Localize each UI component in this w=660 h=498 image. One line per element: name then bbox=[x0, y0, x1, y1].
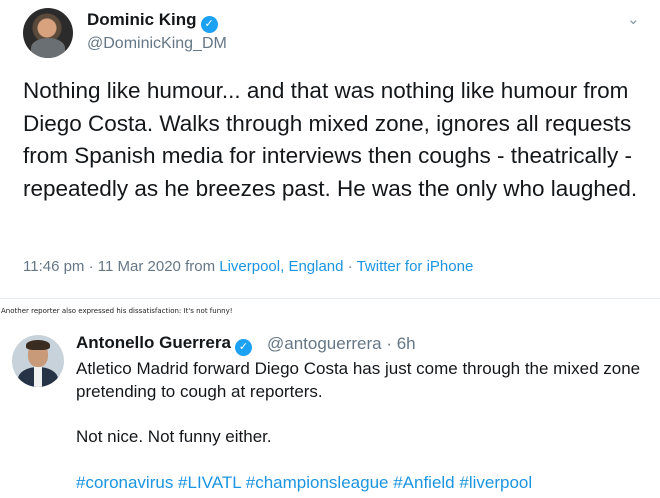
separator: · bbox=[347, 258, 353, 275]
verified-badge-icon: ✓ bbox=[234, 339, 252, 356]
tweet-card-antonello-guerrera: Antonello Guerrera ✓ @antoguerrera · 6h A… bbox=[0, 325, 660, 498]
tweet-text-paragraph: Not nice. Not funny either. bbox=[76, 427, 272, 446]
tweet-text: Atletico Madrid forward Diego Costa has … bbox=[76, 358, 654, 494]
avatar-shirt bbox=[34, 367, 42, 387]
author-name[interactable]: Antonello Guerrera ✓ bbox=[76, 333, 252, 356]
tweet-card-dominic-king: Dominic King ✓ @DominicKing_DM ⌄ Nothing … bbox=[0, 0, 660, 299]
tweet-date[interactable]: 11 Mar 2020 bbox=[98, 258, 181, 275]
avatar[interactable] bbox=[12, 335, 64, 387]
chevron-down-icon[interactable]: ⌄ bbox=[627, 10, 643, 28]
tweet-metadata: 11:46 pm · 11 Mar 2020 from Liverpool, E… bbox=[23, 258, 473, 275]
location-link[interactable]: Liverpool, England bbox=[219, 258, 343, 275]
hashtags[interactable]: #coronavirus #LIVATL #championsleague #A… bbox=[76, 472, 654, 495]
tweet-age[interactable]: · 6h bbox=[386, 334, 415, 353]
author-handle[interactable]: @antoguerrera bbox=[267, 334, 382, 353]
verified-badge-icon: ✓ bbox=[200, 16, 218, 33]
author-name[interactable]: Dominic King ✓ bbox=[87, 10, 218, 33]
avatar-hair bbox=[26, 340, 50, 350]
tweet-time[interactable]: 11:46 pm bbox=[23, 258, 84, 275]
author-name-text[interactable]: Dominic King bbox=[87, 10, 197, 29]
from-label: from bbox=[185, 258, 216, 275]
author-name-text[interactable]: Antonello Guerrera bbox=[76, 333, 231, 352]
caption: Another reporter also expressed his diss… bbox=[1, 307, 233, 315]
tweet-text: Nothing like humour... and that was noth… bbox=[23, 78, 638, 201]
separator: · bbox=[88, 258, 94, 275]
author-handle-and-time[interactable]: @antoguerrera · 6h bbox=[267, 334, 416, 354]
source-link[interactable]: Twitter for iPhone bbox=[357, 258, 474, 275]
author-handle[interactable]: @DominicKing_DM bbox=[87, 35, 227, 53]
tweet-text-paragraph: Atletico Madrid forward Diego Costa has … bbox=[76, 359, 641, 401]
avatar[interactable] bbox=[23, 8, 73, 58]
